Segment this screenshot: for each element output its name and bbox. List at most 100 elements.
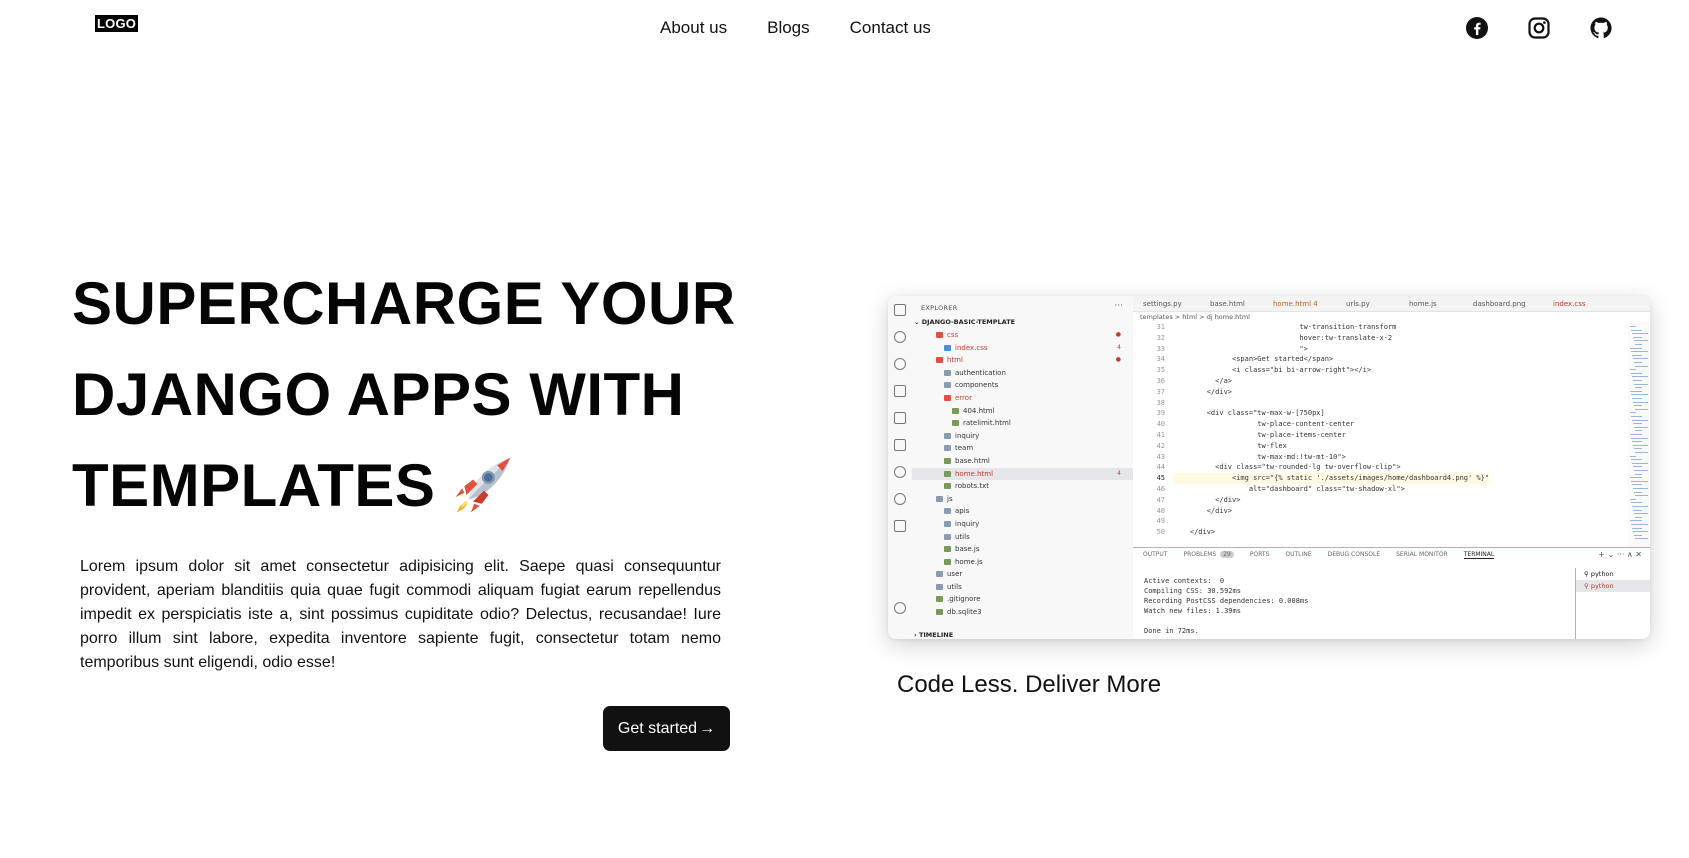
minimap-line — [1633, 423, 1642, 425]
panel-tab[interactable]: SERIAL MONITOR — [1396, 551, 1448, 558]
panel-tab[interactable]: TERMINAL — [1463, 551, 1495, 559]
terminal-instance[interactable]: ⚲ python — [1576, 568, 1650, 580]
panel-tab[interactable]: DEBUG CONSOLE — [1328, 551, 1381, 558]
tree-item[interactable]: .gitignore — [912, 593, 1133, 606]
tree-item[interactable]: user — [912, 568, 1133, 581]
tree-item-label: html — [947, 356, 963, 365]
minimap-line — [1634, 426, 1648, 428]
logo[interactable]: LOGO — [95, 15, 139, 32]
line-number: 39 — [1156, 409, 1165, 418]
tree-item-label: css — [947, 331, 959, 339]
docker-icon — [894, 466, 906, 478]
panel-tabs: OUTPUT PROBLEMS 29 PORTS OUTLINE DEBUG CONSOL… — [1143, 551, 1510, 559]
minimap-line — [1634, 491, 1642, 493]
editor-tab[interactable]: urls.py — [1346, 300, 1370, 308]
tree-item[interactable]: inquiry — [912, 430, 1133, 443]
tree-item-label: team — [955, 444, 974, 453]
minimap-line — [1630, 369, 1636, 371]
panel-controls: + ⌄ ··· ∧ ✕ — [1598, 550, 1642, 559]
code-line: alt="dashboard" class="tw-shadow-xl"> — [1173, 484, 1405, 493]
editor-tab[interactable]: home.html 4 — [1273, 300, 1318, 308]
tree-item[interactable]: base.js — [912, 543, 1133, 556]
minimap-line — [1635, 408, 1648, 410]
line-number: 38 — [1156, 398, 1165, 407]
editor-tab[interactable]: base.html — [1210, 300, 1245, 308]
tree-item[interactable]: home.html 4 — [912, 467, 1133, 481]
panel-tab[interactable]: OUTLINE — [1285, 551, 1311, 558]
minimap-line — [1632, 506, 1648, 507]
tree-item[interactable]: js — [912, 493, 1133, 506]
nav-link-blogs[interactable]: Blogs — [767, 17, 810, 39]
folder-icon — [944, 432, 951, 439]
minimap-line — [1635, 344, 1642, 345]
hero-title-line-1: SUPERCHARGE YOUR — [72, 270, 736, 337]
rocket-icon — [449, 449, 519, 519]
tree-item[interactable]: apis — [912, 505, 1133, 518]
tree-item[interactable]: db.sqlite3 — [912, 606, 1133, 619]
tree-item[interactable]: team — [912, 442, 1133, 455]
file-icon — [952, 420, 959, 427]
tree-item[interactable]: authentication — [912, 367, 1133, 380]
file-icon — [936, 609, 943, 616]
minimap-line — [1632, 376, 1648, 378]
editor-tab[interactable]: home.js — [1409, 300, 1437, 308]
file-tree: css ● index.css 4 html ● authentication compone… — [912, 329, 1133, 619]
tree-item[interactable]: components — [912, 379, 1133, 392]
line-number: 48 — [1156, 506, 1165, 515]
timeline-section: › TIMELINE — [914, 631, 954, 639]
panel-tab[interactable]: OUTPUT — [1143, 551, 1167, 558]
tree-item[interactable]: utils — [912, 581, 1133, 594]
panel-tab[interactable]: 29 — [1220, 551, 1234, 558]
tree-item[interactable]: utils — [912, 531, 1133, 544]
nav-link-about-us[interactable]: About us — [660, 17, 727, 39]
minimap-line — [1633, 466, 1642, 468]
tree-item-label: db.sqlite3 — [947, 608, 982, 617]
editor-tab[interactable]: settings.py — [1143, 300, 1182, 308]
project-name: DJANGO-BASIC-TEMPLATE — [921, 318, 1016, 326]
minimap-line — [1633, 488, 1648, 489]
tree-item-label: inquiry — [955, 519, 980, 528]
line-number: 35 — [1156, 366, 1165, 375]
tree-item[interactable]: ratelimit.html — [912, 417, 1133, 430]
editor-tab[interactable]: dashboard.png — [1473, 300, 1526, 308]
minimap-line — [1635, 473, 1642, 475]
instagram-icon[interactable] — [1527, 16, 1551, 40]
code-line: </div> — [1173, 387, 1233, 396]
tree-item-label: user — [947, 570, 963, 579]
main-nav: About us Blogs Contact us — [660, 17, 931, 39]
tree-item[interactable]: 404.html — [912, 405, 1133, 418]
code-line: </div> — [1173, 506, 1233, 515]
timeline-label: TIMELINE — [918, 631, 954, 639]
code-line: tw-transition-transform — [1173, 323, 1397, 331]
tree-item[interactable]: base.html — [912, 455, 1133, 468]
folder-icon — [944, 394, 951, 401]
tree-item[interactable]: index.css 4 — [912, 342, 1133, 355]
get-started-button[interactable]: Get started → — [603, 706, 730, 751]
minimap-line — [1634, 340, 1648, 342]
tree-item-label: apis — [955, 507, 970, 516]
minimap-line — [1630, 520, 1642, 522]
tree-item[interactable]: css ● — [912, 329, 1133, 342]
code-line: "> — [1173, 344, 1308, 353]
panel-tab[interactable]: PROBLEMS — [1183, 551, 1216, 558]
tree-item[interactable]: inquiry — [912, 518, 1133, 531]
minimap-line — [1635, 495, 1648, 497]
minimap-line — [1631, 416, 1642, 417]
tree-item-label: js — [947, 494, 953, 503]
github-icon[interactable] — [1589, 16, 1613, 40]
bottom-panel: OUTPUT PROBLEMS 29 PORTS OUTLINE DEBUG CONSOL… — [1133, 547, 1650, 639]
minimap-line — [1635, 430, 1642, 432]
terminal-instance[interactable]: ⚲ python — [1576, 580, 1650, 592]
tree-item[interactable]: home.js — [912, 556, 1133, 569]
line-number: 33 — [1156, 344, 1165, 353]
tree-item[interactable]: robots.txt — [912, 480, 1133, 493]
panel-tab[interactable]: PORTS — [1250, 551, 1270, 558]
minimap-line — [1633, 336, 1642, 338]
tree-item[interactable]: html ● — [912, 354, 1133, 367]
editor-tab[interactable]: index.css — [1553, 300, 1586, 308]
minimap-line — [1631, 372, 1642, 374]
tree-item[interactable]: error — [912, 392, 1133, 405]
tree-item-label: inquiry — [955, 431, 980, 440]
nav-link-contact-us[interactable]: Contact us — [850, 17, 931, 39]
facebook-icon[interactable] — [1465, 16, 1489, 40]
